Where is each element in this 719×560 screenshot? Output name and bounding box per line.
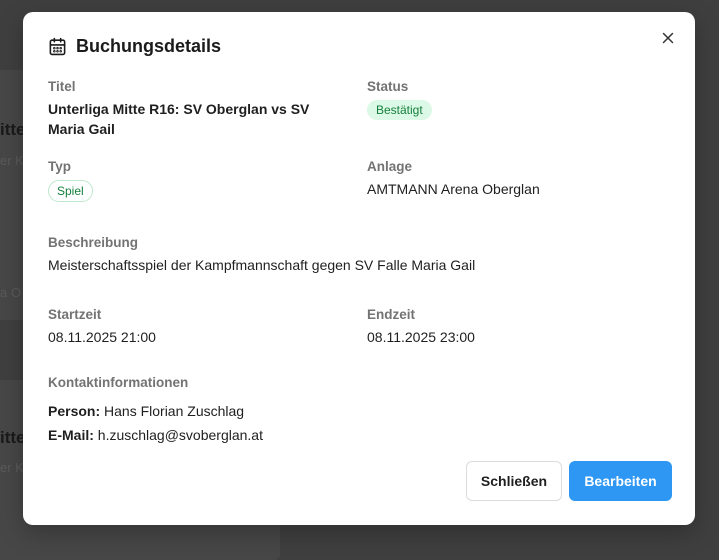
field-value: Meisterschaftsspiel der Kampfmannschaft … [48, 257, 476, 273]
contact-section: Kontaktinformationen Person: Hans Floria… [48, 375, 263, 443]
field-value: AMTMANN Arena Oberglan [367, 181, 540, 197]
contact-email: E-Mail: h.zuschlag@svoberglan.at [48, 427, 263, 443]
field-value: 08.11.2025 23:00 [367, 329, 475, 345]
type-badge: Spiel [48, 180, 93, 202]
contact-person: Person: Hans Florian Zuschlag [48, 403, 263, 419]
background-heading: itte [0, 428, 26, 447]
dialog-title: Buchungsdetails [76, 36, 222, 56]
contact-label: Kontaktinformationen [48, 375, 189, 390]
field-status: Status Bestätigt [367, 79, 432, 120]
field-typ: Typ Spiel [48, 159, 93, 202]
field-value: Unterliga Mitte R16: SV Oberglan vs SV M… [48, 101, 310, 137]
person-label: Person: [48, 403, 101, 419]
field-label: Beschreibung [48, 235, 139, 250]
field-label: Titel [48, 79, 76, 94]
edit-button[interactable]: Bearbeiten [569, 461, 672, 501]
dialog-header: Buchungsdetails [48, 36, 221, 57]
field-titel: Titel Unterliga Mitte R16: SV Oberglan v… [48, 79, 348, 139]
field-label: Anlage [367, 159, 413, 174]
booking-details-dialog: Buchungsdetails Titel Unterliga Mitte R1… [23, 12, 695, 525]
background-subtext: a O [0, 285, 21, 300]
field-label: Startzeit [48, 307, 102, 322]
background-subtext: er K [0, 153, 24, 168]
field-label: Status [367, 79, 409, 94]
field-label: Typ [48, 159, 71, 174]
status-badge: Bestätigt [367, 100, 432, 120]
field-label: Endzeit [367, 307, 416, 322]
calendar-icon [49, 37, 66, 56]
email-value: h.zuschlag@svoberglan.at [97, 427, 263, 443]
field-value: 08.11.2025 21:00 [48, 329, 156, 345]
field-anlage: Anlage AMTMANN Arena Oberglan [367, 159, 540, 199]
field-startzeit: Startzeit 08.11.2025 21:00 [48, 307, 156, 347]
close-button[interactable]: Schließen [466, 461, 562, 501]
email-label: E-Mail: [48, 427, 94, 443]
background-subtext: er K [0, 460, 24, 475]
field-endzeit: Endzeit 08.11.2025 23:00 [367, 307, 475, 347]
background-heading: itte [0, 120, 26, 139]
person-value: Hans Florian Zuschlag [104, 403, 245, 419]
field-beschreibung: Beschreibung Meisterschaftsspiel der Kam… [48, 235, 475, 275]
close-icon[interactable] [659, 29, 677, 47]
